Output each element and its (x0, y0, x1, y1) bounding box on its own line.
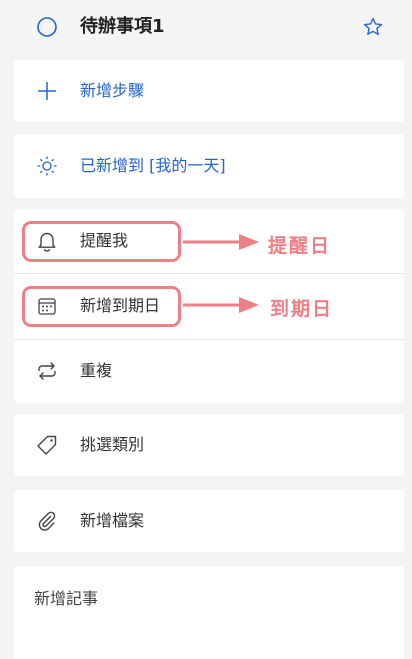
pick-category-button[interactable]: 挑選類別 (14, 414, 404, 476)
star-icon[interactable] (362, 16, 384, 38)
complete-circle-icon[interactable] (36, 16, 58, 38)
add-step-button[interactable]: 新增步驟 (14, 60, 404, 122)
paperclip-icon (36, 510, 58, 532)
note-placeholder[interactable]: 新增記事 (34, 589, 98, 609)
tag-icon (36, 434, 58, 456)
attachment-card: 新增檔案 (14, 490, 404, 552)
category-card: 挑選類別 (14, 414, 404, 476)
due-callout: 到期日 (270, 298, 334, 320)
add-file-label: 新增檔案 (80, 511, 145, 530)
note-card[interactable]: 新增記事 (14, 566, 404, 659)
sun-icon (36, 155, 58, 177)
due-arrow (183, 297, 259, 313)
add-step-label: 新增步驟 (80, 81, 145, 100)
repeat-icon (36, 360, 58, 382)
task-title-card: 待辦事項1 (14, 0, 404, 58)
add-file-button[interactable]: 新增檔案 (14, 490, 404, 552)
remind-highlight-box (22, 221, 181, 262)
due-highlight-box (22, 286, 181, 327)
repeat-button[interactable]: 重複 (14, 340, 404, 403)
task-title[interactable]: 待辦事項1 (80, 17, 165, 37)
remind-callout: 提醒日 (268, 235, 332, 257)
repeat-label: 重複 (80, 361, 113, 380)
my-day-label: 已新增到 [我的一天] (80, 156, 226, 175)
plus-icon (36, 80, 58, 102)
my-day-card: 已新增到 [我的一天] (14, 134, 404, 198)
my-day-button[interactable]: 已新增到 [我的一天] (14, 134, 404, 198)
remind-arrow (183, 234, 259, 250)
add-step-card: 新增步驟 (14, 60, 404, 122)
pick-category-label: 挑選類別 (80, 435, 145, 454)
